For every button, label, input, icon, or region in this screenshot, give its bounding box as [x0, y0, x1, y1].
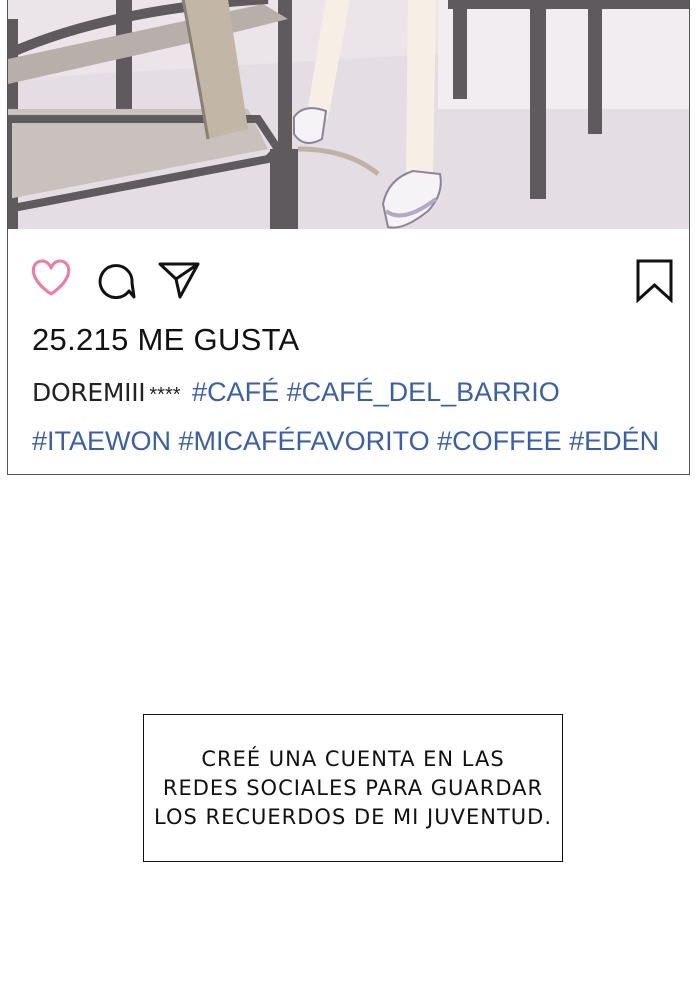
narration-line: REDES SOCIALES PARA GUARDAR — [162, 775, 544, 800]
narration-line: CREÉ UNA CUENTA EN LAS — [201, 746, 505, 771]
heart-icon[interactable] — [30, 259, 72, 302]
hashtag-link[interactable]: #CAFÉ — [192, 377, 279, 407]
caption-line-1: DOREMIII **** #CAFÉ #CAFÉ_DEL_BARRIO — [32, 369, 682, 418]
narration-text: CREÉ UNA CUENTA EN LAS REDES SOCIALES PA… — [154, 745, 552, 832]
username[interactable]: DOREMIII — [32, 378, 146, 407]
hashtag-link[interactable]: #COFFEE — [437, 426, 562, 456]
comment-bubble-icon[interactable] — [96, 261, 136, 304]
narration-line: LOS RECUERDOS DE MI JUVENTUD. — [154, 804, 552, 829]
narration-box: CREÉ UNA CUENTA EN LAS REDES SOCIALES PA… — [143, 714, 563, 862]
bookmark-icon[interactable] — [635, 259, 675, 308]
hashtag-link[interactable]: #EDÉN — [569, 426, 659, 456]
send-icon[interactable] — [158, 261, 200, 304]
hashtag-link[interactable]: #CAFÉ_DEL_BARRIO — [287, 377, 560, 407]
hashtag-link[interactable]: #MICAFÉFAVORITO — [179, 426, 430, 456]
caption-line-2: #ITAEWON #MICAFÉFAVORITO #COFFEE #EDÉN — [32, 418, 682, 464]
social-post-card: 25.215 ME GUSTA DOREMIII **** #CAFÉ #CAFÉ… — [7, 0, 690, 475]
post-action-bar — [8, 229, 689, 304]
hashtag-link[interactable]: #ITAEWON — [32, 426, 171, 456]
likes-count[interactable]: 25.215 ME GUSTA — [32, 322, 300, 358]
post-photo — [8, 0, 689, 229]
username-stars: **** — [149, 384, 181, 406]
post-caption: DOREMIII **** #CAFÉ #CAFÉ_DEL_BARRIO #ITA… — [32, 369, 682, 464]
post-image[interactable] — [8, 0, 689, 229]
